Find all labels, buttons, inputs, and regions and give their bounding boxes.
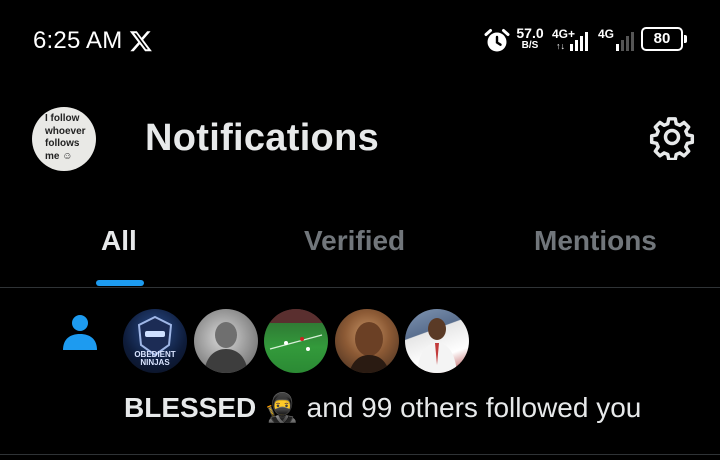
tabs-divider: [0, 287, 720, 288]
alarm-icon: [484, 29, 510, 52]
signal-sim2: 4G: [598, 25, 638, 53]
follower-avatar-2[interactable]: [194, 309, 258, 373]
signal-icon: [570, 32, 588, 51]
network-speed-unit: B/S: [521, 40, 539, 51]
tab-verified[interactable]: Verified: [304, 225, 405, 257]
status-time: 6:25 AM: [33, 27, 123, 54]
notification-tabs: All Verified Mentions: [0, 210, 720, 288]
page-title: Notifications: [145, 117, 380, 159]
follower-avatar-1[interactable]: OBEDIENT NINJAS: [123, 309, 187, 373]
x-logo-icon: [129, 31, 152, 52]
notification-divider: [0, 454, 720, 455]
signal-weak-icon: [616, 32, 634, 51]
battery-cap: [684, 35, 687, 43]
avatar-text: I follow whoever follows me ☺: [45, 113, 86, 162]
notification-text[interactable]: BLESSED 🥷 and 99 others followed you: [124, 391, 641, 424]
notification-message: and 99 others followed you: [298, 392, 642, 423]
tab-all[interactable]: All: [101, 225, 137, 257]
follower-avatar-5[interactable]: [405, 309, 469, 373]
gear-icon[interactable]: [649, 114, 695, 160]
network-type-2: 4G: [598, 27, 615, 41]
network-speed: 57.0 B/S: [514, 26, 546, 51]
battery-percent: 80: [653, 30, 671, 47]
person-icon: [63, 315, 97, 350]
battery-icon: 80: [641, 27, 687, 51]
follower-avatar-3[interactable]: [264, 309, 328, 373]
football-field-icon: [264, 309, 328, 351]
data-arrows-icon: ↑↓: [556, 41, 565, 51]
follower-avatar-1-text: OBEDIENT NINJAS: [134, 350, 176, 367]
active-tab-indicator: [96, 280, 144, 286]
person-photo-icon: [204, 322, 248, 373]
profile-avatar[interactable]: I follow whoever follows me ☺: [32, 107, 96, 171]
person-photo-icon: [349, 322, 389, 373]
tab-mentions[interactable]: Mentions: [534, 225, 657, 257]
status-bar: 6:25 AM 57.0 B/S 4G+ ↑↓ 4G 80: [0, 0, 720, 80]
signal-sim1: 4G+ ↑↓: [552, 25, 592, 53]
follower-emoji: 🥷: [264, 392, 299, 423]
follower-name[interactable]: BLESSED: [124, 392, 256, 423]
network-speed-value: 57.0: [516, 25, 544, 41]
person-photo-icon: [417, 318, 457, 373]
follower-avatar-4[interactable]: [335, 309, 399, 373]
